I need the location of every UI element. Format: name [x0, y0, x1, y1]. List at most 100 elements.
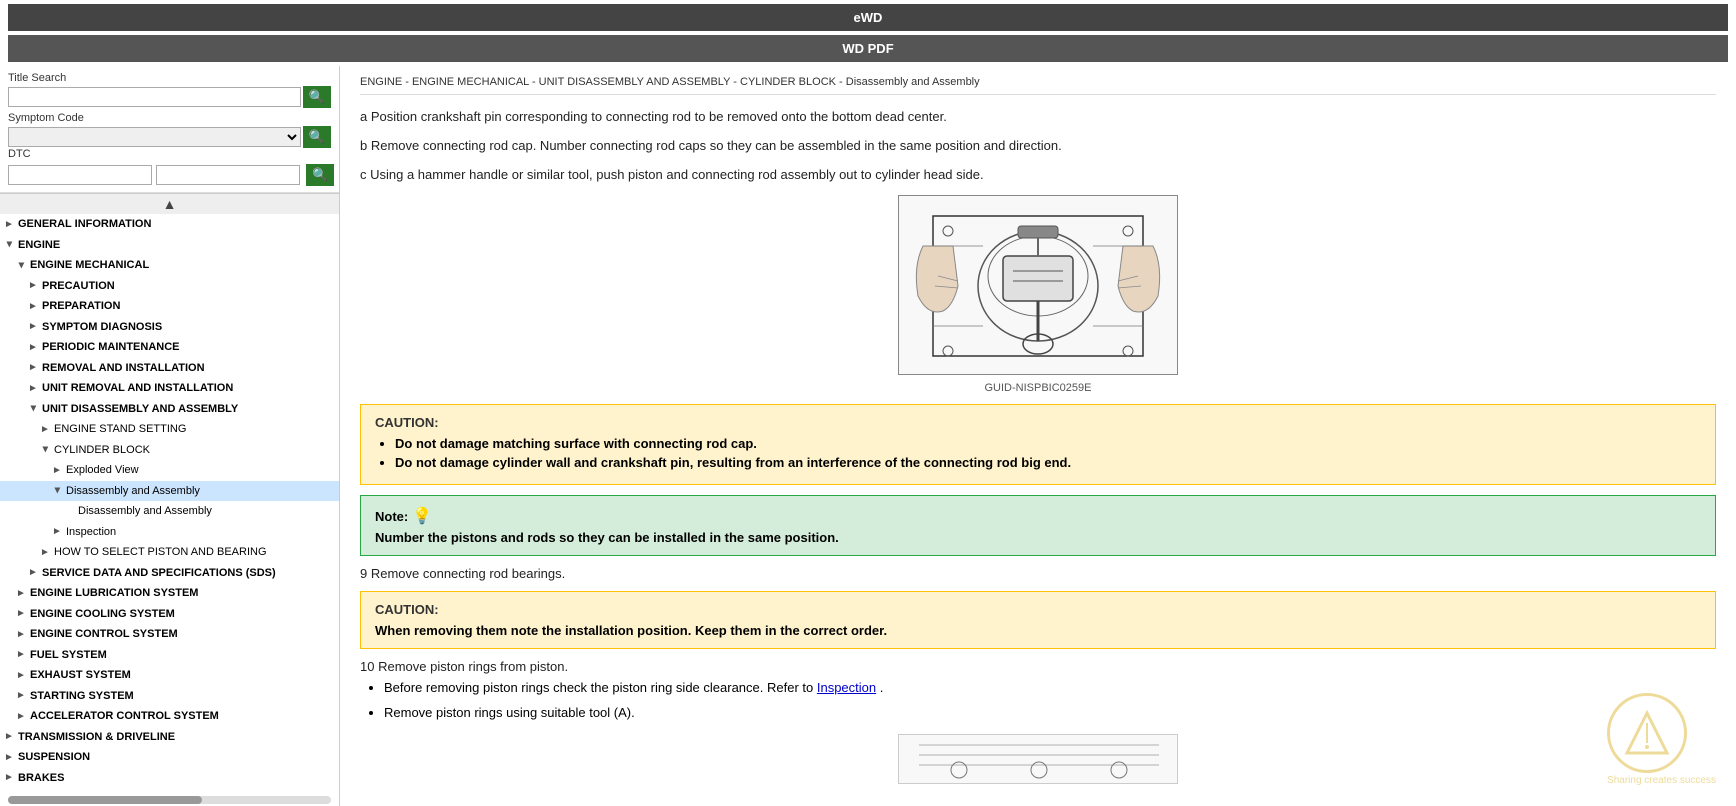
caution2-text: When removing them note the installation… [375, 623, 1701, 638]
engine-illustration [903, 196, 1173, 371]
tree-arrow-periodic-maintenance: ► [28, 340, 38, 355]
tree-label-service-data: SERVICE DATA AND SPECIFICATIONS (SDS) [42, 565, 276, 582]
tree-item-fuel-system[interactable]: ►FUEL SYSTEM [0, 645, 339, 666]
title-search-label: Title Search [8, 72, 331, 84]
tree-item-inspection[interactable]: ► Inspection [0, 522, 339, 543]
dtc-row: 🔍 [8, 164, 331, 186]
tree-item-service-data[interactable]: ► SERVICE DATA AND SPECIFICATIONS (SDS) [0, 563, 339, 584]
tree-item-engine-cooling[interactable]: ►ENGINE COOLING SYSTEM [0, 604, 339, 625]
symptom-search-button[interactable]: 🔍 [303, 126, 331, 148]
tree-item-general-info[interactable]: ►GENERAL INFORMATION [0, 214, 339, 235]
tree-label-cylinder-block: CYLINDER BLOCK [54, 442, 150, 459]
tree-label-engine-cooling: ENGINE COOLING SYSTEM [30, 606, 175, 623]
step10-bullets: Before removing piston rings check the p… [384, 678, 1716, 724]
tree-item-symptom-diagnosis[interactable]: ► SYMPTOM DIAGNOSIS [0, 317, 339, 338]
tree-item-disassembly-assembly-sub[interactable]: Disassembly and Assembly [0, 501, 339, 522]
tree-arrow-disassembly-assembly: ► [50, 486, 65, 496]
tree-item-transmission[interactable]: ►TRANSMISSION & DRIVELINE [0, 727, 339, 748]
note-text: Number the pistons and rods so they can … [375, 530, 1701, 545]
tree-item-engine[interactable]: ►ENGINE [0, 235, 339, 256]
tree-arrow-engine-stand-setting: ► [40, 422, 50, 437]
horizontal-scrollbar[interactable] [8, 796, 331, 804]
note-label: Note: [375, 509, 408, 524]
dtc-search-button[interactable]: 🔍 [306, 164, 334, 186]
tree-arrow-suspension: ► [4, 750, 14, 765]
caution1-list: Do not damage matching surface with conn… [395, 436, 1701, 470]
dtc-input-2[interactable] [156, 165, 300, 185]
tree-label-general-info: GENERAL INFORMATION [18, 216, 151, 233]
caution1-title: CAUTION: [375, 415, 1701, 430]
tree-item-suspension[interactable]: ► SUSPENSION [0, 747, 339, 768]
tree-arrow-accelerator-control: ► [16, 709, 26, 724]
ewd-button[interactable]: eWD [8, 4, 1728, 31]
inspection-link[interactable]: Inspection [817, 680, 876, 695]
step9-text: 9 Remove connecting rod bearings. [360, 566, 1716, 581]
tree-item-starting-system[interactable]: ►STARTING SYSTEM [0, 686, 339, 707]
title-search-button[interactable]: 🔍 [303, 86, 331, 108]
caution1-item-0: Do not damage matching surface with conn… [395, 436, 1701, 451]
tree-item-preparation[interactable]: ►PREPARATION [0, 296, 339, 317]
wdpdf-button[interactable]: WD PDF [8, 35, 1728, 62]
tree-label-exploded-view: Exploded View [66, 462, 139, 479]
tree-label-inspection: Inspection [66, 524, 116, 541]
tree-label-brakes: BRAKES [18, 770, 64, 787]
tree-arrow-engine-mechanical: ► [14, 260, 29, 270]
tree-item-brakes[interactable]: ►BRAKES [0, 768, 339, 789]
top-bar: eWD WD PDF [0, 0, 1736, 66]
figure-caption: GUID-NISPBIC0259E [360, 382, 1716, 394]
tree-arrow-service-data: ► [28, 565, 38, 580]
tree-item-engine-mechanical[interactable]: ►ENGINE MECHANICAL [0, 255, 339, 276]
tree-arrow-inspection: ► [52, 524, 62, 539]
bullet1-text: Before removing piston rings check the p… [384, 680, 813, 695]
tree-label-disassembly-assembly: Disassembly and Assembly [66, 483, 200, 500]
sidebar: Title Search 🔍 Symptom Code 🔍 DTC 🔍 ▲ ►G… [0, 66, 340, 806]
tree-arrow-unit-disassembly-assembly: ► [26, 404, 41, 414]
tree-item-how-to-select[interactable]: ►HOW TO SELECT PISTON AND BEARING [0, 542, 339, 563]
tree-label-symptom-diagnosis: SYMPTOM DIAGNOSIS [42, 319, 162, 336]
caution1-item-1: Do not damage cylinder wall and cranksha… [395, 455, 1701, 470]
tree-arrow-cylinder-block: ► [38, 445, 53, 455]
tree-arrow-precaution: ► [28, 278, 38, 293]
caution2-title: CAUTION: [375, 602, 1701, 617]
para-b: b Remove connecting rod cap. Number conn… [360, 136, 1716, 157]
symptom-code-label: Symptom Code [8, 112, 331, 124]
tree-item-precaution[interactable]: ► PRECAUTION [0, 276, 339, 297]
tree-item-engine-stand-setting[interactable]: ►ENGINE STAND SETTING [0, 419, 339, 440]
tree-item-accelerator-control[interactable]: ►ACCELERATOR CONTROL SYSTEM [0, 706, 339, 727]
tree-item-periodic-maintenance[interactable]: ►PERIODIC MAINTENANCE [0, 337, 339, 358]
tree-arrow-starting-system: ► [16, 688, 26, 703]
note-box: Note: 💡 Number the pistons and rods so t… [360, 495, 1716, 556]
bullet1-end: . [880, 680, 884, 695]
tree-label-preparation: PREPARATION [42, 298, 120, 315]
tree-label-unit-removal-installation: UNIT REMOVAL AND INSTALLATION [42, 380, 233, 397]
tree-arrow-engine: ► [2, 240, 17, 250]
symptom-code-select[interactable] [8, 127, 301, 147]
bullet-1: Before removing piston rings check the p… [384, 678, 1716, 699]
search-area: Title Search 🔍 Symptom Code 🔍 DTC 🔍 [0, 66, 339, 193]
step10-text: 10 Remove piston rings from piston. [360, 659, 1716, 674]
tree-label-suspension: SUSPENSION [18, 749, 90, 766]
collapse-button[interactable]: ▲ [0, 193, 339, 214]
scrollbar-thumb[interactable] [8, 796, 202, 804]
tree-item-unit-removal-installation[interactable]: ►UNIT REMOVAL AND INSTALLATION [0, 378, 339, 399]
bullet-2: Remove piston rings using suitable tool … [384, 703, 1716, 724]
tree-item-exhaust-system[interactable]: ►EXHAUST SYSTEM [0, 665, 339, 686]
tree-item-disassembly-assembly[interactable]: ►Disassembly and Assembly [0, 481, 339, 502]
lightbulb-icon: 💡 [412, 506, 432, 526]
tree-label-disassembly-assembly-sub: Disassembly and Assembly [78, 503, 212, 520]
tree-item-engine-lubrication[interactable]: ► ENGINE LUBRICATION SYSTEM [0, 583, 339, 604]
dtc-input-1[interactable] [8, 165, 152, 185]
tree-label-engine-lubrication: ENGINE LUBRICATION SYSTEM [30, 585, 198, 602]
tree-arrow-symptom-diagnosis: ► [28, 319, 38, 334]
tree-arrow-transmission: ► [4, 729, 14, 744]
tree-item-removal-installation[interactable]: ►REMOVAL AND INSTALLATION [0, 358, 339, 379]
title-search-row: 🔍 [8, 86, 331, 108]
title-search-input[interactable] [8, 87, 301, 107]
tree-item-engine-control[interactable]: ►ENGINE CONTROL SYSTEM [0, 624, 339, 645]
tree-item-exploded-view[interactable]: ►Exploded View [0, 460, 339, 481]
tree-item-unit-disassembly-assembly[interactable]: ►UNIT DISASSEMBLY AND ASSEMBLY [0, 399, 339, 420]
tree-label-engine-mechanical: ENGINE MECHANICAL [30, 257, 149, 274]
tree-arrow-engine-lubrication: ► [16, 586, 26, 601]
tree-label-precaution: PRECAUTION [42, 278, 115, 295]
tree-item-cylinder-block[interactable]: ►CYLINDER BLOCK [0, 440, 339, 461]
